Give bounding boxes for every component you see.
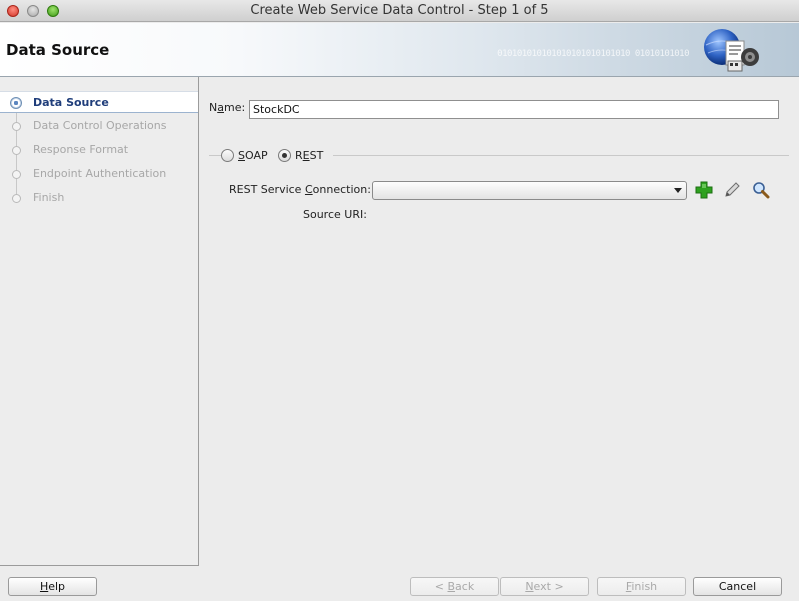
step-label: Data Control Operations [33, 119, 167, 132]
pencil-icon[interactable] [723, 181, 741, 199]
magnifier-icon[interactable] [752, 181, 770, 199]
step-finish: Finish [0, 187, 198, 209]
rest-radio[interactable] [278, 149, 291, 162]
help-button[interactable]: Help [8, 577, 97, 596]
cancel-button[interactable]: Cancel [693, 577, 782, 596]
source-uri-label: Source URI: [303, 208, 367, 221]
web-service-globe-icon [704, 29, 759, 72]
step-label: Finish [33, 191, 65, 204]
step-label: Endpoint Authentication [33, 167, 167, 180]
wizard-steps-panel: Data Source Data Control Operations Resp… [0, 77, 199, 566]
title-bar: Create Web Service Data Control - Step 1… [0, 0, 799, 22]
step-node-icon [12, 170, 21, 179]
soap-label: SOAP [238, 149, 268, 162]
step-data-control-operations: Data Control Operations [0, 115, 198, 137]
next-button[interactable]: Next > [500, 577, 589, 596]
step-node-icon [12, 122, 21, 131]
binary-decoration: 010101010101010101010101010 01010101010 [497, 49, 689, 59]
soap-radio[interactable] [221, 149, 234, 162]
rest-label: REST [295, 149, 324, 162]
wizard-header: Data Source 010101010101010101010101010 … [0, 23, 799, 77]
dialog-window: Create Web Service Data Control - Step 1… [0, 0, 799, 601]
window-title: Create Web Service Data Control - Step 1… [250, 3, 549, 18]
back-button[interactable]: < Back [410, 577, 499, 596]
current-step-icon [10, 97, 22, 109]
step-label: Data Source [33, 96, 109, 109]
rest-connection-select[interactable] [372, 181, 687, 200]
step-node-icon [12, 194, 21, 203]
finish-button[interactable]: Finish [597, 577, 686, 596]
step-data-source[interactable]: Data Source [0, 91, 198, 113]
type-separator-left [209, 155, 221, 156]
rest-connection-label: REST Service Connection: [229, 183, 371, 196]
step-endpoint-authentication: Endpoint Authentication [0, 163, 198, 185]
step-response-format: Response Format [0, 139, 198, 161]
close-window-icon[interactable] [7, 5, 19, 17]
name-input[interactable] [249, 100, 779, 119]
name-label: Name: [209, 101, 246, 114]
step-label: Response Format [33, 143, 129, 156]
plus-icon[interactable] [695, 181, 713, 199]
page-title: Data Source [6, 41, 110, 59]
type-separator-right [333, 155, 789, 156]
step-node-icon [12, 146, 21, 155]
chevron-down-icon [674, 188, 682, 193]
zoom-window-icon[interactable] [47, 5, 59, 17]
minimize-window-icon[interactable] [27, 5, 39, 17]
